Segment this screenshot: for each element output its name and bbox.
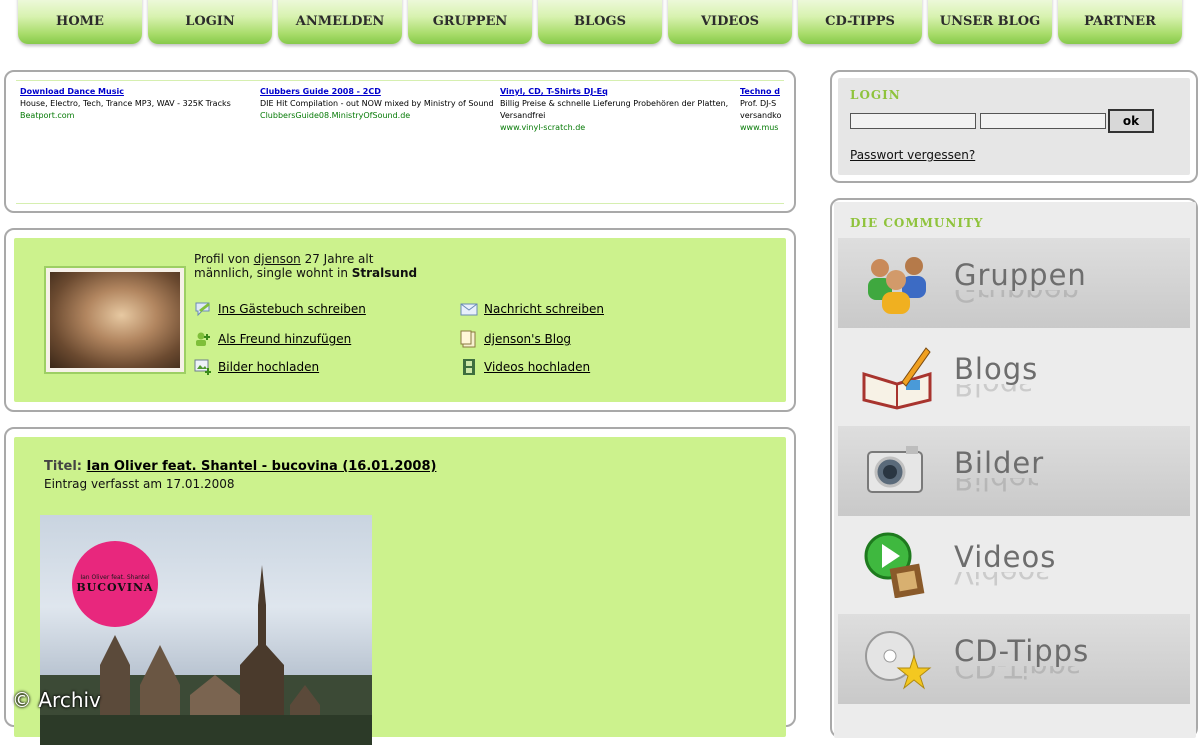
ad-url[interactable]: www.vinyl-scratch.de <box>500 122 736 134</box>
ad-title-link[interactable]: Techno d <box>740 86 784 98</box>
ad-title-link[interactable]: Vinyl, CD, T-Shirts DJ-Eq <box>500 86 736 98</box>
entry-title-label: Titel: <box>44 459 83 474</box>
ad-panel: Download Dance Music House, Electro, Tec… <box>4 70 796 213</box>
ad-strip: Download Dance Music House, Electro, Tec… <box>16 80 784 204</box>
ad-text: House, Electro, Tech, Trance MP3, WAV - … <box>20 99 231 108</box>
nav-videos[interactable]: VIDEOS <box>668 0 792 44</box>
ad-text: Billig Preise & schnelle Lieferung Probe… <box>500 99 729 120</box>
nav-anmelden[interactable]: ANMELDEN <box>278 0 402 44</box>
community-label: Gruppen <box>954 258 1087 292</box>
community-label: Bilder <box>954 446 1045 480</box>
profile-city: Stralsund <box>351 266 418 280</box>
community-item-bilder[interactable]: Bilder Bilder <box>838 426 1190 516</box>
avatar[interactable] <box>44 266 186 374</box>
blog-entry-panel: Titel: Ian Oliver feat. Shantel - bucovi… <box>4 427 796 745</box>
ad-item: Clubbers Guide 2008 - 2CD DIE Hit Compil… <box>260 86 496 122</box>
ad-item: Vinyl, CD, T-Shirts DJ-Eq Billig Preise … <box>500 86 736 134</box>
camera-icon <box>867 446 923 493</box>
nav-home[interactable]: HOME <box>18 0 142 44</box>
send-message-link[interactable]: Nachricht schreiben <box>460 300 604 318</box>
profile-age: 27 Jahre alt <box>304 252 374 266</box>
community-label-reflection: Videos <box>954 572 1051 590</box>
nav-cd-tipps[interactable]: CD-TIPPS <box>798 0 922 44</box>
image-upload-icon <box>194 359 211 375</box>
ad-url[interactable]: Beatport.com <box>20 110 256 122</box>
upload-videos-link[interactable]: Videos hochladen <box>460 358 590 376</box>
send-message-label: Nachricht schreiben <box>484 302 604 316</box>
nav-blogs[interactable]: BLOGS <box>538 0 662 44</box>
login-ok-button[interactable]: ok <box>1108 109 1154 133</box>
add-friend-label: Als Freund hinzufügen <box>218 332 352 346</box>
envelope-icon <box>460 303 478 316</box>
guestbook-label: Ins Gästebuch schreiben <box>218 302 366 316</box>
community-title: DIE COMMUNITY <box>850 216 984 230</box>
ad-text: DIE Hit Compilation - out NOW mixed by M… <box>260 99 494 108</box>
ad-title-link[interactable]: Clubbers Guide 2008 - 2CD <box>260 86 496 98</box>
entry-title-link[interactable]: Ian Oliver feat. Shantel - bucovina (16.… <box>87 459 437 474</box>
entry-title: Titel: Ian Oliver feat. Shantel - bucovi… <box>44 459 436 474</box>
community-panel: DIE COMMUNITY Gruppen Gruppen Blogs Blog… <box>830 198 1198 738</box>
ad-title-link[interactable]: Download Dance Music <box>20 86 256 98</box>
password-input[interactable] <box>980 113 1106 129</box>
community-label-reflection: Gruppen <box>954 290 1080 308</box>
login-title: LOGIN <box>850 88 901 102</box>
login-panel: LOGIN ok Passwort vergessen? <box>830 70 1198 183</box>
film-strip-icon <box>463 359 475 375</box>
community-label-reflection: Bilder <box>954 478 1039 496</box>
user-blog-label: djenson's Blog <box>484 332 572 346</box>
profile-panel: Profil von djenson 27 Jahre alt männlich… <box>4 228 796 412</box>
blog-entry-box: Titel: Ian Oliver feat. Shantel - bucovi… <box>14 437 786 745</box>
avatar-photo <box>50 272 180 368</box>
community-label-reflection: CD-Tipps <box>954 666 1082 684</box>
upload-videos-label: Videos hochladen <box>484 360 591 374</box>
copyright-watermark: © Archiv <box>12 688 101 712</box>
profile-username-link[interactable]: djenson <box>254 252 301 266</box>
add-friend-link[interactable]: Als Freund hinzufügen <box>194 330 351 348</box>
profile-line-1: Profil von djenson 27 Jahre alt <box>194 252 373 266</box>
profile-line-2: männlich, single wohnt in Stralsund <box>194 266 417 280</box>
notebook-icon <box>460 330 476 348</box>
cd-star-icon <box>865 631 932 690</box>
ad-url[interactable]: ClubbersGuide08.MinistryOfSound.de <box>260 110 496 122</box>
profile-prefix: Profil von <box>194 252 250 266</box>
speech-bubble-icon <box>195 302 210 317</box>
community-item-gruppen[interactable]: Gruppen Gruppen <box>838 238 1190 328</box>
community-label: CD-Tipps <box>954 634 1090 668</box>
ad-item: Techno d Prof. DJ-S versandko www.mus <box>740 86 784 134</box>
nav-login[interactable]: LOGIN <box>148 0 272 44</box>
group-icon <box>868 257 926 314</box>
nav-partner[interactable]: PARTNER <box>1058 0 1182 44</box>
user-blog-link[interactable]: djenson's Blog <box>460 330 571 348</box>
top-navigation: HOME LOGIN ANMELDEN GRUPPEN BLOGS VIDEOS… <box>18 0 1186 46</box>
community-item-cd-tipps[interactable]: CD-Tipps CD-Tipps <box>838 614 1190 704</box>
entry-date: Eintrag verfasst am 17.01.2008 <box>44 477 235 491</box>
upload-images-label: Bilder hochladen <box>218 360 320 374</box>
ad-item: Download Dance Music House, Electro, Tec… <box>20 86 256 122</box>
community-box: DIE COMMUNITY Gruppen Gruppen Blogs Blog… <box>834 202 1196 738</box>
community-label: Blogs <box>954 352 1039 386</box>
ad-url[interactable]: www.mus <box>740 122 784 134</box>
video-play-icon <box>864 532 925 598</box>
album-seal: Ian Oliver feat. Shantel BUCOVINA <box>72 541 158 627</box>
login-box: LOGIN ok Passwort vergessen? <box>838 78 1190 175</box>
community-label: Videos <box>954 540 1057 574</box>
community-item-videos[interactable]: Videos Videos <box>838 520 1190 610</box>
community-label-reflection: Blogs <box>954 384 1034 402</box>
forgot-password-link[interactable]: Passwort vergessen? <box>850 148 975 162</box>
profile-box: Profil von djenson 27 Jahre alt männlich… <box>14 238 786 402</box>
username-input[interactable] <box>850 113 976 129</box>
guestbook-link[interactable]: Ins Gästebuch schreiben <box>194 300 366 318</box>
nav-unser-blog[interactable]: UNSER BLOG <box>928 0 1052 44</box>
upload-images-link[interactable]: Bilder hochladen <box>194 358 319 376</box>
profile-gender-status: männlich, single wohnt in <box>194 266 348 280</box>
album-seal-title: BUCOVINA <box>76 581 154 594</box>
add-friend-icon <box>196 332 210 346</box>
community-item-blogs[interactable]: Blogs Blogs <box>838 332 1190 422</box>
nav-gruppen[interactable]: GRUPPEN <box>408 0 532 44</box>
ad-text: Prof. DJ-S versandko <box>740 99 782 120</box>
open-book-icon <box>862 347 932 410</box>
